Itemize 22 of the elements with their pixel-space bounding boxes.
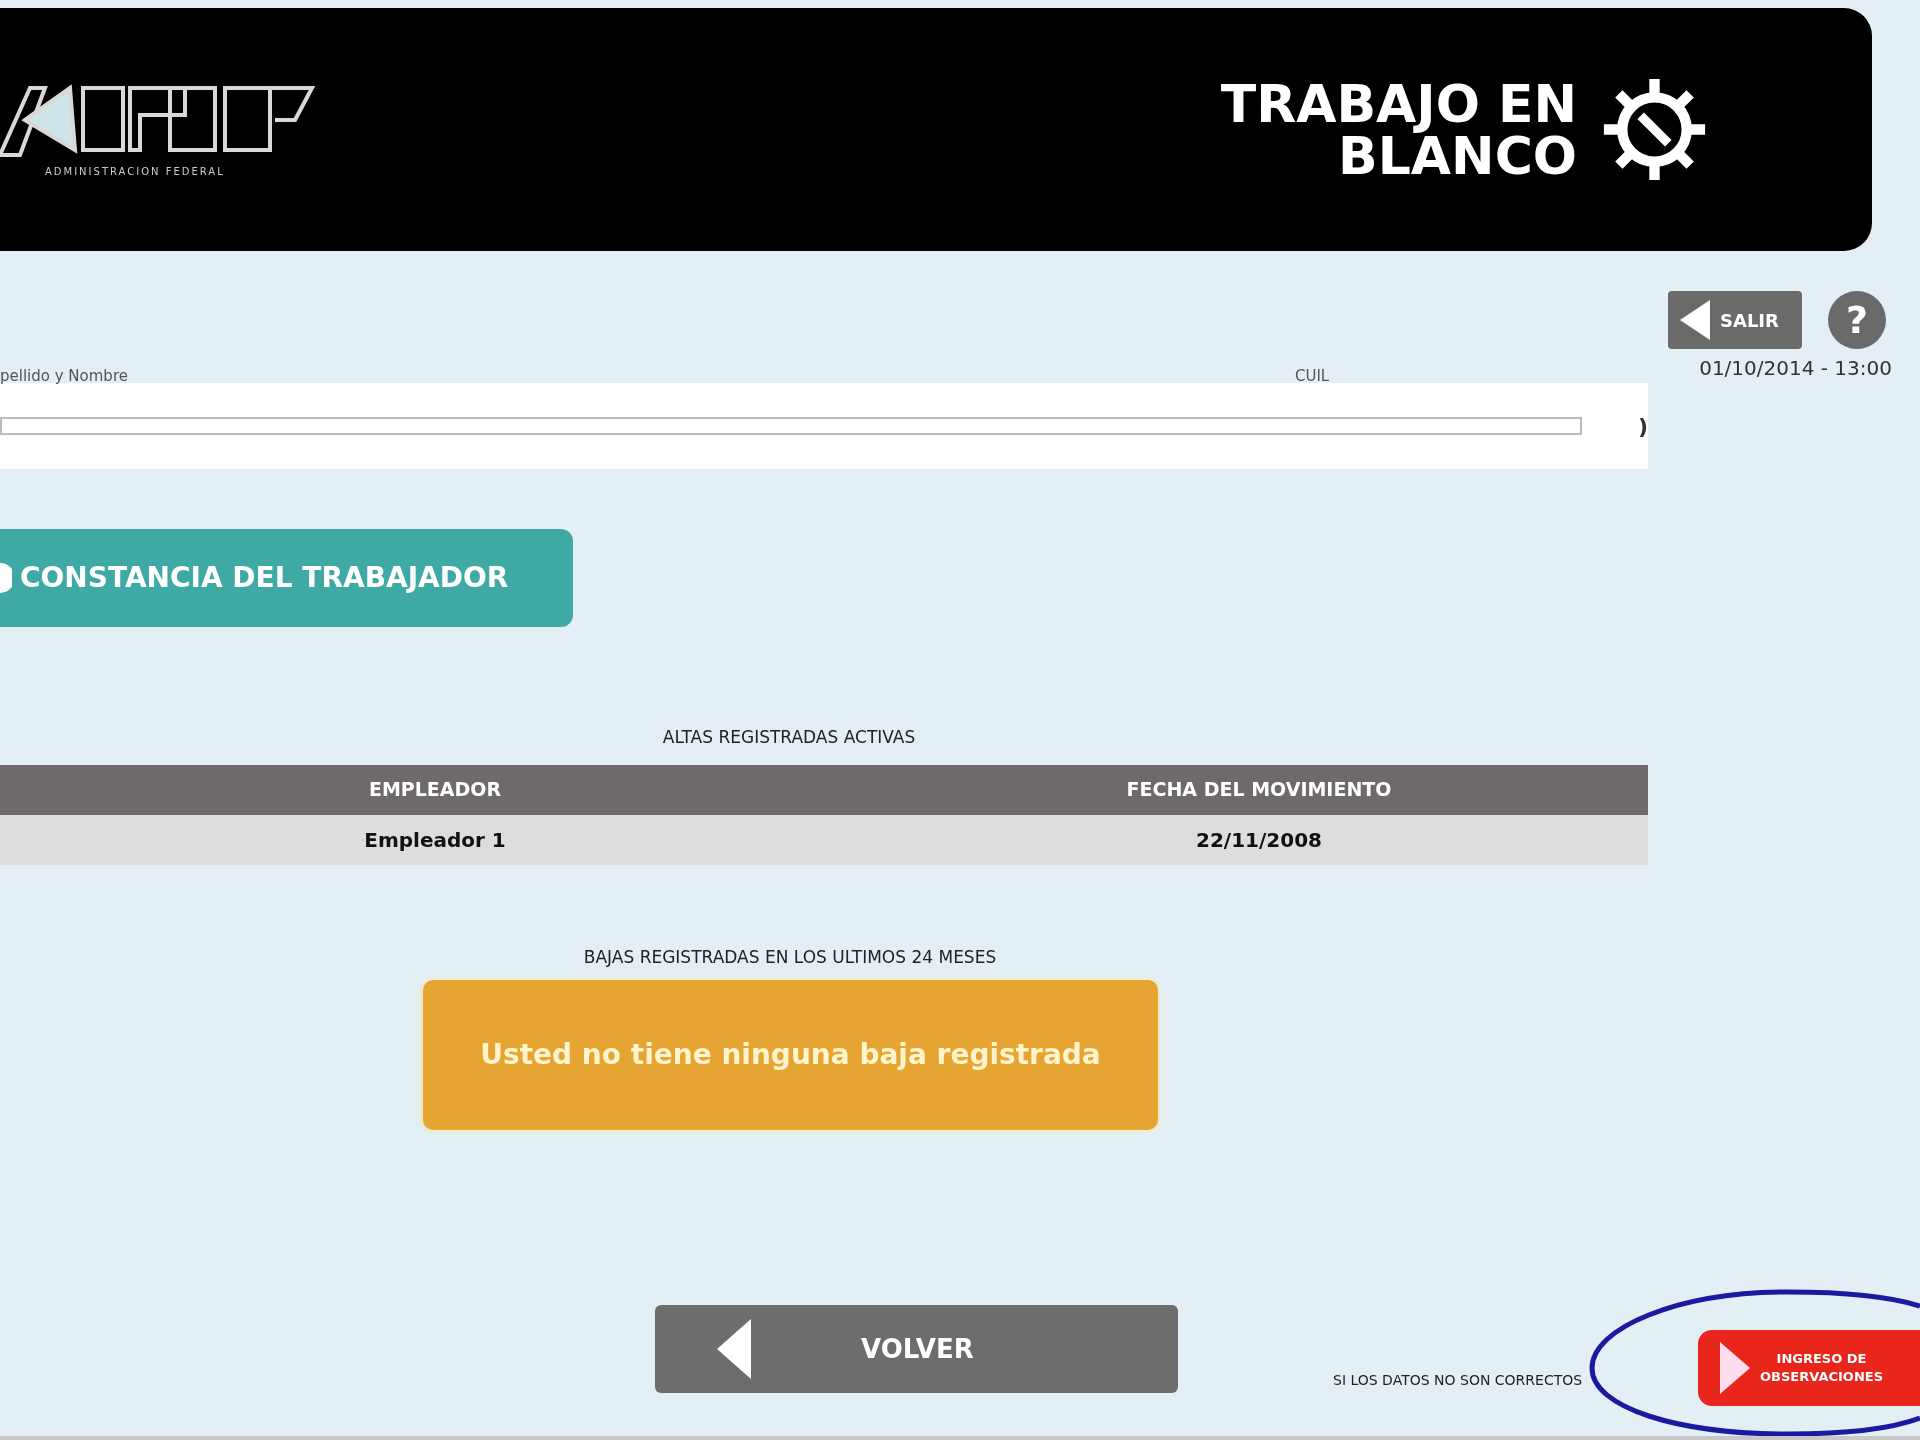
back-triangle-icon — [717, 1319, 751, 1379]
field-label: CUIL — [1294, 366, 1330, 383]
back-triangle-icon — [1680, 300, 1710, 340]
back-button[interactable]: VOLVER — [655, 1305, 1178, 1393]
table-cell-text: 22/11/2008 — [1195, 826, 1323, 854]
field-label: pellido y Nombre — [0, 366, 128, 383]
column-header: FECHA DEL MOVIMIENTO — [1125, 777, 1393, 803]
observations-button[interactable]: INGRESO DE OBSERVACIONES — [1698, 1330, 1920, 1406]
certificate-button[interactable]: CONSTANCIA DEL TRABAJADOR — [0, 529, 573, 627]
input-field[interactable] — [0, 417, 1582, 435]
section-title: BAJAS REGISTRADAS EN LOS ULTIMOS 24 MESES — [583, 945, 997, 969]
section-title: ALTAS REGISTRADAS ACTIVAS — [662, 726, 916, 749]
field-value: ) — [1637, 412, 1648, 441]
help-button[interactable]: ? — [1828, 291, 1886, 349]
exit-button[interactable]: SALIR — [1668, 291, 1802, 349]
empty-state-banner: Usted no tiene ninguna baja registrada — [423, 980, 1158, 1130]
column-header: EMPLEADOR — [367, 777, 503, 803]
logo-caption: ADMINISTRACION FEDERAL — [45, 165, 225, 179]
table-cell-text: Empleador 1 — [363, 826, 507, 854]
date-time: 01/10/2014 - 13:00 — [1699, 355, 1892, 382]
play-triangle-icon — [1720, 1342, 1750, 1394]
footer-note: SI LOS DATOS NO SON CORRECTOS — [1333, 1371, 1583, 1390]
